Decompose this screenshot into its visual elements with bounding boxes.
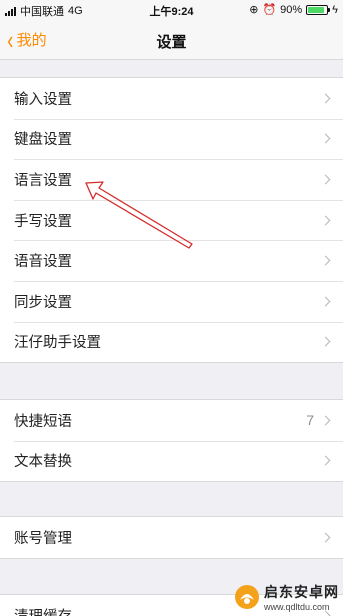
row-text-replacement[interactable]: 文本替换	[0, 440, 343, 482]
status-bar: 中国联通 4G 上午9:24 ⊕ ⏰ 90% ϟ	[0, 0, 343, 20]
row-label: 汪仔助手设置	[14, 335, 101, 352]
chevron-right-icon	[320, 336, 331, 347]
watermark-text: 启东安卓网 www.qdltdu.com	[264, 582, 339, 612]
row-label: 手写设置	[14, 213, 72, 230]
row-label: 语音设置	[14, 254, 72, 271]
row-label: 账号管理	[14, 530, 72, 547]
row-assistant-settings[interactable]: 汪仔助手设置	[0, 321, 343, 363]
row-input-settings[interactable]: 输入设置	[0, 78, 343, 119]
row-account-management[interactable]: 账号管理	[0, 517, 343, 558]
row-quick-phrases[interactable]: 快捷短语 7	[0, 400, 343, 441]
row-label: 键盘设置	[14, 132, 72, 149]
chevron-right-icon	[320, 93, 331, 104]
battery-percent: 90%	[280, 3, 303, 16]
row-label: 语言设置	[14, 172, 72, 189]
page-title: 设置	[156, 34, 187, 51]
row-label: 同步设置	[14, 294, 72, 311]
watermark-name: 启东安卓网	[264, 584, 339, 600]
row-sync-settings[interactable]: 同步设置	[0, 280, 343, 322]
watermark-logo-icon	[235, 585, 259, 609]
status-right: ⊕ ⏰ 90% ϟ	[249, 3, 338, 17]
chevron-right-icon	[320, 255, 331, 266]
charging-icon: ϟ	[332, 3, 338, 16]
chevron-right-icon	[320, 215, 331, 226]
chevron-right-icon	[320, 296, 331, 307]
quick-phrases-count: 7	[306, 412, 314, 429]
row-voice-settings[interactable]: 语音设置	[0, 240, 343, 281]
settings-group-account: 账号管理	[0, 516, 343, 559]
settings-group-text: 快捷短语 7 文本替换	[0, 399, 343, 483]
watermark-url: www.qdltdu.com	[264, 602, 330, 612]
chevron-right-icon	[320, 455, 331, 466]
chevron-right-icon	[320, 174, 331, 185]
chevron-right-icon	[320, 532, 331, 543]
alarm-icon: ⏰	[262, 4, 277, 16]
row-language-settings[interactable]: 语言设置	[0, 159, 343, 200]
battery-icon	[306, 4, 331, 15]
chevron-right-icon	[320, 133, 331, 144]
row-handwriting-settings[interactable]: 手写设置	[0, 199, 343, 241]
row-label: 文本替换	[14, 454, 72, 471]
settings-group-main: 输入设置 键盘设置 语言设置 手写设置 语音设置 同步设置 汪仔助手设置	[0, 77, 343, 364]
battery-fill	[308, 6, 325, 13]
watermark: 启东安卓网 www.qdltdu.com	[234, 582, 339, 612]
nav-bar: ‹ 我的 设置	[0, 20, 343, 60]
chevron-right-icon	[320, 415, 331, 426]
row-label: 输入设置	[14, 91, 72, 108]
row-keyboard-settings[interactable]: 键盘设置	[0, 118, 343, 160]
row-label: 快捷短语	[14, 413, 72, 430]
orientation-lock-icon: ⊕	[249, 4, 259, 16]
